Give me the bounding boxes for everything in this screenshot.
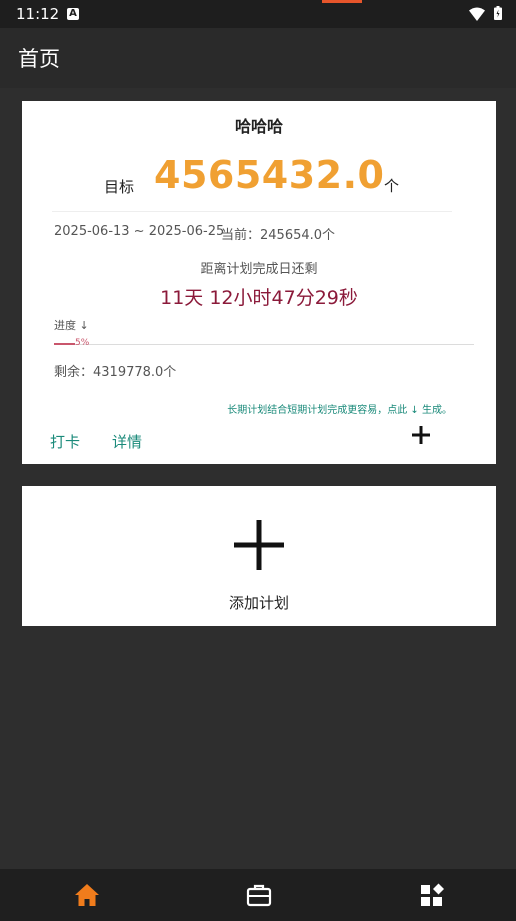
goal-unit: 个 xyxy=(384,177,400,195)
page-title: 首页 xyxy=(18,47,60,71)
progress-fill xyxy=(54,343,75,345)
date-range: 2025-06-13 ~ 2025-06-25 xyxy=(54,224,225,239)
details-button[interactable]: 详情 xyxy=(112,431,142,452)
countdown: 11天 12小时47分29秒 xyxy=(160,287,358,309)
add-plan-card[interactable]: 添加计划 xyxy=(22,486,496,626)
plan-card[interactable]: 哈哈哈 目标 4565432.0 个 2025-06-13 ~ 2025-06-… xyxy=(22,101,496,464)
progress-percent: 5% xyxy=(75,338,90,348)
home-icon[interactable] xyxy=(74,883,100,907)
goal-label: 目标 xyxy=(104,178,135,196)
remaining-time-label: 距离计划完成日还剩 xyxy=(200,262,318,277)
remaining-amount: 剩余：4319778.0个 xyxy=(54,365,177,380)
briefcase-icon[interactable] xyxy=(246,883,272,907)
add-plan-plus-icon[interactable] xyxy=(234,520,284,570)
goal-value: 4565432.0 xyxy=(154,153,385,197)
app-bar: 首页 xyxy=(0,28,516,88)
widgets-icon[interactable] xyxy=(420,883,446,907)
current-amount: 当前：245654.0个 xyxy=(221,228,336,243)
status-time: 11:12 xyxy=(16,5,60,23)
add-plan-label: 添加计划 xyxy=(228,594,289,612)
notch-indicator xyxy=(322,0,362,3)
divider xyxy=(52,211,452,212)
wifi-icon xyxy=(469,7,485,21)
generate-tip-link[interactable]: 长期计划结合短期计划完成更容易，点此 ↓ 生成。 xyxy=(227,401,452,416)
checkin-button[interactable]: 打卡 xyxy=(50,431,80,452)
progress-label: 进度 ↓ xyxy=(54,319,89,332)
notification-a-icon: A xyxy=(67,8,79,20)
status-bar: 11:12 A xyxy=(0,0,516,28)
battery-icon xyxy=(494,6,502,20)
add-subplan-plus-icon[interactable] xyxy=(410,424,432,446)
plan-name: 哈哈哈 xyxy=(234,117,283,136)
progress-bar xyxy=(54,343,474,345)
bottom-nav xyxy=(0,869,516,921)
